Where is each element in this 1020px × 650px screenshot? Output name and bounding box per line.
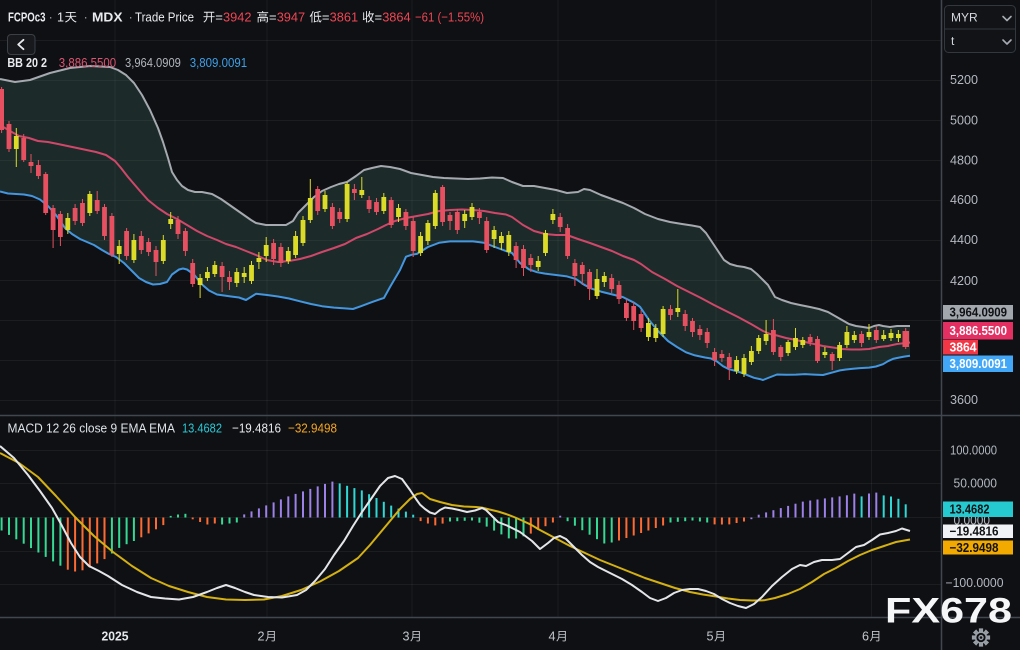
svg-text:1: 1 [57,10,64,25]
svg-text:−32.9498: −32.9498 [950,541,999,555]
svg-text:−19.4816: −19.4816 [950,525,999,539]
svg-text:·: · [49,10,53,25]
svg-text:4800: 4800 [950,154,978,168]
svg-text:100.0000: 100.0000 [950,444,997,458]
svg-text:3861: 3861 [330,10,359,25]
svg-text:3,886.5500: 3,886.5500 [950,324,1008,338]
svg-text:3,886.5500: 3,886.5500 [59,55,116,70]
svg-text:Trade Price: Trade Price [135,10,194,25]
svg-text:4: 4 [549,630,556,644]
svg-text:2025: 2025 [102,630,129,644]
svg-text:MYR: MYR [951,11,978,25]
svg-text:·: · [84,10,88,25]
svg-text:3,809.0091: 3,809.0091 [190,55,247,70]
svg-text:5: 5 [707,630,714,644]
svg-text:·: · [129,10,133,25]
svg-text:MACD 12 26 close 9 EMA EMA: MACD 12 26 close 9 EMA EMA [8,421,176,436]
svg-text:FCPOc3: FCPOc3 [8,10,46,25]
svg-text:3947: 3947 [277,10,306,25]
svg-text:50.0000: 50.0000 [954,477,998,491]
svg-text:13.4682: 13.4682 [950,503,990,517]
svg-text:3,964.0909: 3,964.0909 [125,55,181,70]
svg-text:5200: 5200 [950,73,978,87]
svg-text:6: 6 [862,630,869,644]
svg-text:FX678: FX678 [885,591,1012,631]
svg-text:=: = [375,10,383,25]
svg-text:=: = [322,10,330,25]
svg-text:BB 20 2: BB 20 2 [7,55,47,70]
svg-text:3942: 3942 [223,10,252,25]
svg-text:13.4682: 13.4682 [182,421,222,436]
svg-text:−100.0000: −100.0000 [946,576,1004,590]
svg-text:3,809.0091: 3,809.0091 [950,357,1008,371]
svg-text:3864: 3864 [382,10,411,25]
svg-text:MDX: MDX [92,10,123,25]
svg-text:4600: 4600 [950,193,978,207]
svg-text:−32.9498: −32.9498 [288,421,337,436]
svg-text:5000: 5000 [950,114,978,128]
svg-text:=: = [269,10,277,25]
svg-text:4400: 4400 [950,233,978,247]
svg-text:−19.4816: −19.4816 [232,421,281,436]
svg-text:4200: 4200 [950,274,978,288]
svg-text:2: 2 [258,630,265,644]
svg-text:3600: 3600 [950,393,978,407]
svg-text:3: 3 [403,630,410,644]
svg-text:3864: 3864 [950,341,977,355]
svg-text:3,964.0909: 3,964.0909 [950,306,1008,320]
svg-text:−61 (−1.55%): −61 (−1.55%) [415,10,484,25]
svg-text:=: = [215,10,223,25]
